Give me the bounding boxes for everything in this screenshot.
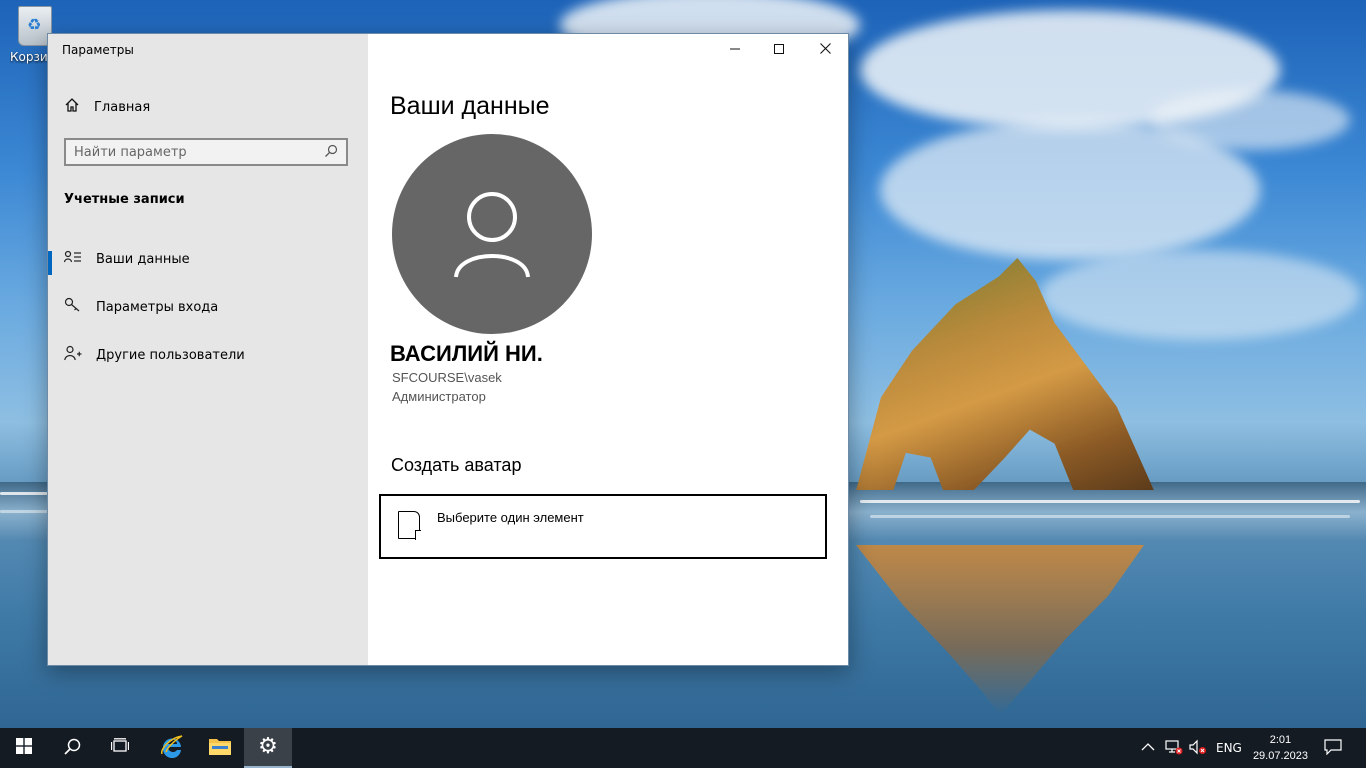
- action-center-button[interactable]: [1324, 728, 1342, 768]
- internet-explorer-icon: [160, 734, 184, 762]
- section-title-accounts: Учетные записи: [64, 192, 185, 207]
- sidebar-item-label: Параметры входа: [96, 299, 219, 315]
- taskbar: ⚙ ENG 2:01 29.07.2023: [0, 728, 1366, 768]
- settings-window: Параметры Главная Учетные записи Ваши да…: [47, 33, 849, 666]
- settings-search-box[interactable]: [64, 138, 348, 166]
- start-button[interactable]: [0, 728, 48, 768]
- sidebar-item-label: Ваши данные: [96, 251, 190, 267]
- sidebar-item-home[interactable]: Главная: [64, 97, 150, 117]
- search-input[interactable]: [74, 144, 314, 160]
- window-title: Параметры: [62, 43, 134, 57]
- document-icon: [398, 511, 421, 540]
- input-language-indicator[interactable]: ENG: [1216, 728, 1242, 768]
- add-user-icon: [64, 345, 82, 365]
- sidebar-item-your-info[interactable]: Ваши данные: [48, 241, 368, 277]
- settings-taskbar-button[interactable]: ⚙: [244, 728, 292, 768]
- choose-avatar-label: Выберите один элемент: [437, 510, 584, 525]
- sidebar-item-other-users[interactable]: Другие пользователи: [48, 337, 368, 373]
- choose-avatar-button[interactable]: Выберите один элемент: [379, 494, 827, 559]
- network-disconnected-icon: [1165, 739, 1183, 758]
- show-hidden-icons-button[interactable]: [1141, 728, 1155, 768]
- notification-icon: [1324, 738, 1342, 758]
- speaker-muted-icon: [1189, 739, 1207, 758]
- user-login: SFCOURSE\vasek: [392, 370, 502, 385]
- network-status-button[interactable]: [1165, 728, 1183, 768]
- gear-icon: ⚙: [258, 734, 278, 759]
- taskbar-search-button[interactable]: [48, 728, 96, 768]
- volume-button[interactable]: [1189, 728, 1207, 768]
- user-role: Администратор: [392, 389, 486, 404]
- language-label: ENG: [1216, 741, 1242, 755]
- taskbar-clock[interactable]: 2:01 29.07.2023: [1253, 732, 1308, 764]
- page-title: Ваши данные: [390, 92, 550, 120]
- home-icon: [64, 97, 80, 117]
- recycle-bin-label: Корзина: [10, 50, 48, 64]
- folder-icon: [208, 736, 232, 760]
- file-explorer-button[interactable]: [196, 728, 244, 768]
- user-display-name: ВАСИЛИЙ НИ.: [390, 341, 543, 366]
- windows-logo-icon: [16, 738, 32, 758]
- user-info-icon: [63, 250, 82, 268]
- internet-explorer-button[interactable]: [148, 728, 196, 768]
- sidebar-item-label: Другие пользователи: [96, 347, 245, 363]
- task-view-icon: [110, 738, 130, 758]
- create-avatar-heading: Создать аватар: [391, 455, 522, 475]
- settings-sidebar: Параметры Главная Учетные записи Ваши да…: [48, 34, 368, 665]
- sidebar-item-sign-in-options[interactable]: Параметры входа: [48, 289, 368, 325]
- chevron-up-icon: [1141, 741, 1155, 755]
- avatar: [392, 134, 592, 334]
- user-avatar-icon: [454, 192, 530, 278]
- search-icon: [63, 738, 81, 759]
- clock-date: 29.07.2023: [1252, 750, 1308, 762]
- clock-time: 2:01: [1269, 734, 1292, 746]
- task-view-button[interactable]: [96, 728, 144, 768]
- settings-content: Ваши данные ВАСИЛИЙ НИ. SFCOURSE\vasek А…: [368, 34, 848, 665]
- key-icon: [64, 297, 82, 317]
- search-icon[interactable]: [324, 143, 338, 162]
- home-label: Главная: [94, 99, 151, 115]
